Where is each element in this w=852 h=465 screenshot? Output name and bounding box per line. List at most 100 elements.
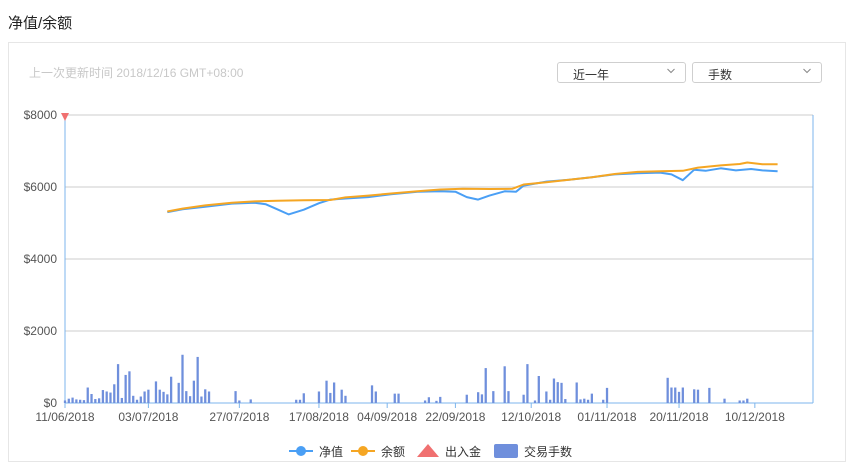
volume-bar bbox=[484, 368, 487, 403]
volume-bar bbox=[522, 394, 525, 403]
volume-bar bbox=[605, 387, 609, 403]
y-tick-label: $2000 bbox=[24, 324, 58, 338]
volume-bar bbox=[480, 394, 484, 403]
volume-bar bbox=[116, 364, 120, 403]
volume-bar bbox=[708, 387, 711, 403]
volume-bar bbox=[207, 391, 211, 403]
volume-bar bbox=[674, 387, 677, 403]
volume-bar bbox=[94, 399, 97, 403]
volume-bar bbox=[564, 399, 567, 403]
volume-bar bbox=[738, 400, 741, 403]
volume-bar bbox=[696, 389, 700, 403]
x-tick-label: 12/10/2018 bbox=[501, 410, 561, 424]
volume-bar bbox=[105, 391, 108, 403]
volume-bar bbox=[120, 397, 123, 403]
volume-bar bbox=[537, 376, 540, 403]
volume-bar bbox=[79, 399, 82, 403]
volume-bar bbox=[393, 393, 396, 403]
volume-bar bbox=[63, 400, 67, 403]
x-tick-label: 17/08/2018 bbox=[289, 410, 349, 424]
legend-net_value-marker bbox=[296, 446, 306, 456]
volume-bar bbox=[162, 391, 165, 403]
volume-bar bbox=[238, 400, 241, 403]
volume-bar bbox=[746, 398, 749, 403]
volume-bar bbox=[166, 394, 169, 403]
x-tick-label: 11/06/2018 bbox=[35, 410, 94, 424]
volume-bar bbox=[579, 399, 582, 403]
volume-bar bbox=[154, 381, 158, 403]
volume-bar bbox=[374, 391, 377, 403]
volume-bar bbox=[439, 396, 442, 403]
volume-bar bbox=[196, 356, 199, 403]
volume-bar bbox=[317, 391, 321, 403]
legend-volume-swatch bbox=[494, 444, 518, 458]
volume-bar bbox=[545, 391, 548, 403]
volume-bar bbox=[143, 391, 146, 403]
volume-bar bbox=[552, 378, 556, 403]
volume-bar bbox=[200, 396, 203, 403]
volume-bar bbox=[249, 399, 252, 403]
volume-bar bbox=[492, 391, 495, 403]
volume-bar bbox=[556, 382, 559, 403]
volume-bar bbox=[234, 391, 237, 403]
volume-bar bbox=[693, 389, 696, 403]
legend-balance-marker bbox=[358, 446, 368, 456]
volume-bar bbox=[147, 389, 150, 403]
volume-bar bbox=[90, 394, 93, 403]
volume-bar bbox=[332, 382, 336, 403]
net-value-line bbox=[167, 167, 778, 216]
volume-bar bbox=[124, 374, 127, 403]
y-tick-label: $4000 bbox=[24, 252, 58, 266]
deposit-marker bbox=[61, 113, 69, 121]
volume-bar bbox=[526, 364, 529, 403]
volume-bar bbox=[329, 392, 332, 403]
volume-bar bbox=[71, 397, 74, 403]
legend-net_value-label: 净值 bbox=[319, 444, 343, 459]
volume-bar bbox=[139, 396, 142, 403]
x-tick-label: 22/09/2018 bbox=[425, 410, 485, 424]
volume-bar bbox=[723, 398, 726, 403]
volume-bar bbox=[185, 391, 188, 403]
volume-bar bbox=[75, 399, 78, 403]
volume-bar bbox=[340, 389, 343, 403]
volume-bar bbox=[82, 400, 86, 403]
volume-bar bbox=[602, 399, 605, 403]
volume-bar bbox=[188, 396, 192, 403]
x-tick-label: 27/07/2018 bbox=[209, 410, 269, 424]
x-tick-label: 01/11/2018 bbox=[577, 410, 636, 424]
y-tick-label: $0 bbox=[44, 396, 58, 410]
volume-bar bbox=[560, 382, 563, 403]
volume-bar bbox=[677, 391, 681, 403]
volume-bar bbox=[583, 398, 586, 403]
volume-bar bbox=[666, 377, 669, 403]
x-tick-label: 10/12/2018 bbox=[725, 410, 785, 424]
volume-bar bbox=[435, 400, 438, 403]
legend-deposit-label: 出入金 bbox=[445, 444, 481, 459]
volume-bar bbox=[344, 395, 347, 403]
volume-bar bbox=[169, 376, 173, 403]
volume-bar bbox=[128, 371, 131, 403]
volume-bar bbox=[177, 382, 180, 403]
volume-bar bbox=[101, 390, 105, 403]
volume-bar bbox=[181, 354, 184, 403]
volume-bar bbox=[586, 399, 590, 403]
volume-bar bbox=[325, 380, 328, 403]
volume-bar bbox=[477, 392, 480, 403]
volume-bar bbox=[670, 387, 673, 403]
volume-bar bbox=[575, 382, 578, 403]
volume-bar bbox=[97, 398, 101, 403]
volume-bar bbox=[298, 399, 302, 403]
volume-bar bbox=[113, 384, 116, 403]
x-tick-label: 20/11/2018 bbox=[649, 410, 708, 424]
legend-deposit-marker bbox=[417, 444, 439, 457]
volume-bar bbox=[295, 399, 298, 403]
y-tick-label: $6000 bbox=[24, 180, 58, 194]
y-tick-label: $8000 bbox=[24, 108, 58, 122]
volume-bar bbox=[67, 398, 70, 403]
net-value-balance-chart: $0 $2000 $4000 $6000 $8000 11/06/2018 03/07/20… bbox=[24, 108, 814, 459]
volume-bar bbox=[370, 385, 374, 403]
volume-bar bbox=[503, 366, 506, 403]
volume-bar bbox=[742, 400, 745, 403]
volume-bar bbox=[204, 389, 207, 403]
volume-bar bbox=[109, 392, 112, 403]
